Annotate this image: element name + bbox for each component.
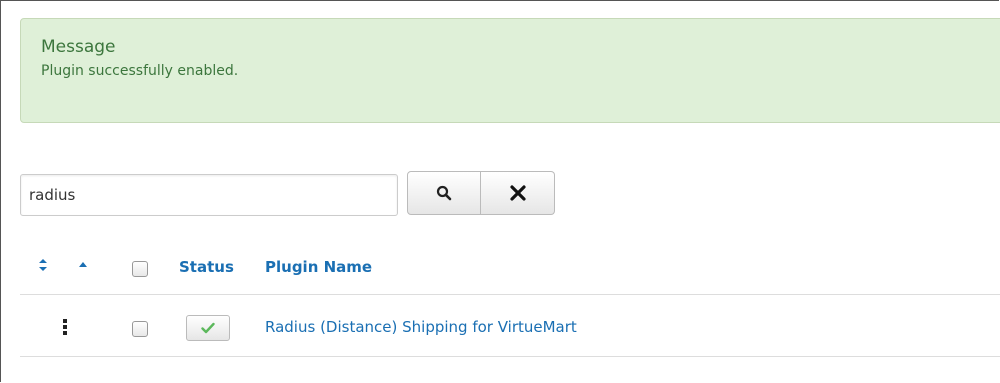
alert-heading: Message xyxy=(41,37,116,57)
header-divider xyxy=(20,294,1000,295)
search-button-group xyxy=(407,171,555,215)
search-icon xyxy=(436,185,452,201)
table-header-row: Status Plugin Name xyxy=(20,248,1000,294)
row-checkbox[interactable] xyxy=(132,321,148,337)
plugin-name-link[interactable]: Radius (Distance) Shipping for VirtueMar… xyxy=(265,318,577,336)
status-column-header[interactable]: Status xyxy=(179,258,234,276)
alert-text: Plugin successfully enabled. xyxy=(41,63,239,79)
clear-search-button[interactable] xyxy=(481,171,555,215)
sort-arrows-icon[interactable] xyxy=(38,258,48,272)
success-message-alert: Message Plugin successfully enabled. xyxy=(20,18,1000,123)
status-toggle-button[interactable] xyxy=(186,315,230,341)
search-input[interactable] xyxy=(20,174,398,216)
plugin-name-column-header[interactable]: Plugin Name xyxy=(265,258,372,276)
search-button[interactable] xyxy=(407,171,481,215)
drag-handle-icon[interactable] xyxy=(62,318,68,336)
caret-up-icon[interactable] xyxy=(78,261,88,269)
close-icon xyxy=(509,185,526,201)
check-icon xyxy=(201,322,215,334)
row-divider xyxy=(20,356,1000,357)
select-all-checkbox[interactable] xyxy=(132,261,148,277)
